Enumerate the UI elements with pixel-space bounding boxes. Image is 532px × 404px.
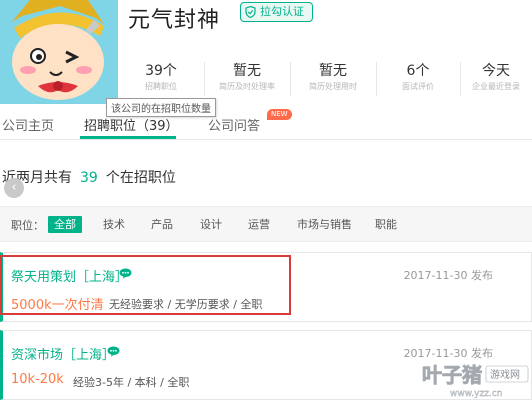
filter-item-tech[interactable]: 技术 bbox=[97, 216, 131, 233]
watermark-sub: 游戏网 bbox=[490, 368, 520, 381]
filter-item-marketing-sales[interactable]: 市场与销售 bbox=[291, 216, 358, 233]
job-date: 2017-11-30 发布 bbox=[403, 269, 493, 282]
filter-item-functions[interactable]: 职能 bbox=[369, 216, 403, 233]
shield-check-icon bbox=[245, 6, 256, 18]
job-category-filter: 职位： 全部 技术 产品 设计 运营 市场与销售 职能 bbox=[0, 206, 532, 242]
highlight-box bbox=[0, 255, 291, 315]
tab-bar: 公司主页 招聘职位（39） 公司问答 bbox=[0, 110, 532, 140]
stat-label: 面试评价 bbox=[402, 82, 434, 91]
company-logo bbox=[0, 0, 118, 104]
stat-label: 简历处理用时 bbox=[309, 82, 357, 91]
jobs-summary: 近两月共有 39 个在招职位 bbox=[2, 167, 176, 187]
tab-company-qa[interactable]: 公司问答 bbox=[208, 115, 260, 134]
job-title-link[interactable]: 资深市场［上海］ bbox=[11, 344, 115, 363]
stat-label: 简历及时处理率 bbox=[219, 82, 275, 91]
verify-badge: 拉勾认证 bbox=[240, 2, 313, 22]
filter-item-all[interactable]: 全部 bbox=[48, 216, 82, 233]
company-name: 元气封神 bbox=[128, 8, 221, 33]
chat-bubble-icon[interactable] bbox=[107, 346, 120, 357]
stat-value: 39个 bbox=[145, 63, 177, 79]
tab-jobs[interactable]: 招聘职位（39） bbox=[84, 115, 179, 134]
stat-resume-time: 暂无 简历处理用时 bbox=[290, 62, 377, 96]
active-tab-indicator bbox=[80, 136, 176, 139]
watermark-logo: 叶子猪 游戏网 www.yzz.cn bbox=[420, 358, 532, 400]
watermark-url: www.yzz.cn bbox=[450, 389, 502, 399]
stat-value: 暂无 bbox=[233, 63, 261, 79]
stat-resume-rate: 暂无 简历及时处理率 bbox=[204, 62, 291, 96]
stat-value: 6个 bbox=[406, 63, 430, 79]
stat-value: 暂无 bbox=[319, 63, 347, 79]
stat-jobs[interactable]: 39个 招聘职位 bbox=[118, 62, 205, 96]
job-requirements: 经验3-5年 / 本科 / 全职 bbox=[73, 376, 190, 389]
watermark-text: 叶子猪 bbox=[422, 363, 482, 387]
summary-suffix: 个在招职位 bbox=[105, 170, 176, 186]
new-badge: NEW bbox=[267, 109, 292, 120]
stat-last-login: 今天 企业最近登录 bbox=[460, 62, 532, 96]
filter-item-design[interactable]: 设计 bbox=[194, 216, 228, 233]
filter-item-operations[interactable]: 运营 bbox=[242, 216, 276, 233]
verify-label: 拉勾认证 bbox=[260, 5, 304, 18]
stat-label: 招聘职位 bbox=[145, 82, 177, 91]
filter-label: 职位： bbox=[11, 219, 44, 232]
tab-company-home[interactable]: 公司主页 bbox=[2, 115, 54, 134]
summary-count: 39 bbox=[80, 170, 98, 186]
prev-arrow-button[interactable]: ‹ bbox=[4, 178, 24, 198]
stat-value: 今天 bbox=[482, 63, 510, 79]
stat-label: 企业最近登录 bbox=[472, 82, 520, 91]
stat-interview-reviews[interactable]: 6个 面试评价 bbox=[376, 62, 461, 96]
tooltip: 该公司的在招职位数量 bbox=[106, 98, 216, 117]
filter-item-product[interactable]: 产品 bbox=[145, 216, 179, 233]
job-salary: 10k-20k bbox=[11, 372, 64, 387]
